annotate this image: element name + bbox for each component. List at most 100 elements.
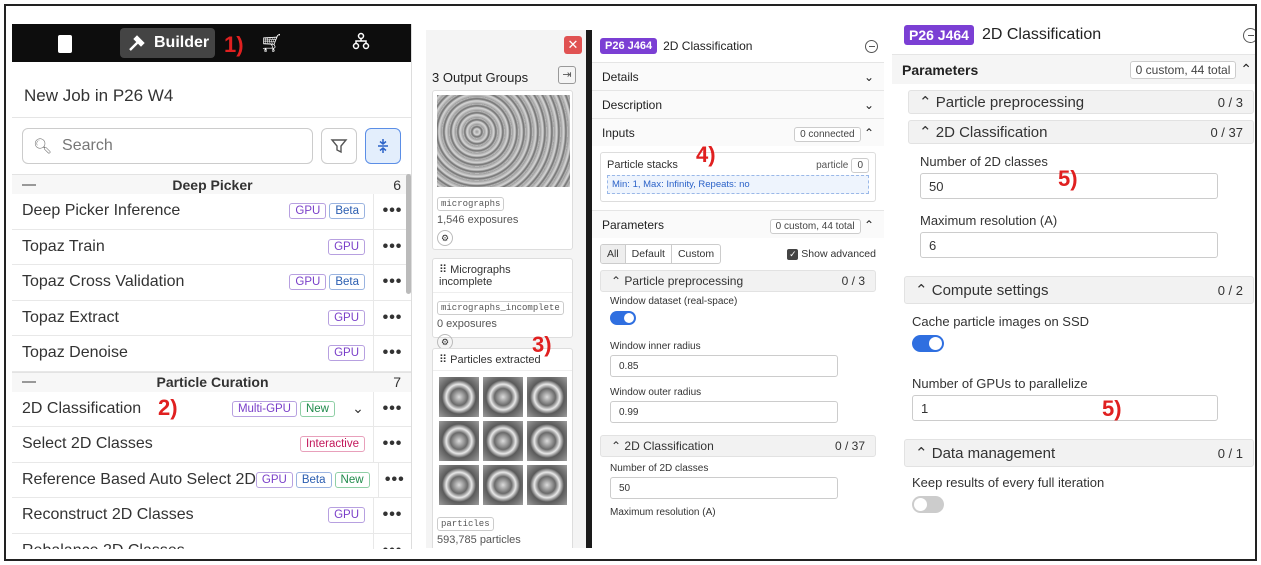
output-count: 0 exposures: [437, 318, 497, 330]
more-icon[interactable]: •••: [373, 300, 411, 335]
outputs-panel: ✕ 3 Output Groups ⇥ micrographs 1,546 ex…: [426, 30, 586, 548]
compute-settings-section[interactable]: ⌃ Compute settings 0 / 2: [904, 276, 1254, 304]
outer-radius-field[interactable]: 0.99: [610, 401, 838, 423]
micrograph-thumbnail: [437, 95, 570, 187]
more-icon[interactable]: •••: [373, 498, 411, 533]
annotation-5: 5): [1058, 166, 1078, 191]
more-icon[interactable]: •••: [373, 533, 411, 549]
collapse-icon[interactable]: [865, 40, 878, 53]
job-tag: GPU: [328, 238, 365, 255]
filter-button[interactable]: [321, 128, 357, 164]
job-name: Reference Based Auto Select 2D: [22, 470, 256, 488]
output-count: 1,546 exposures: [437, 214, 519, 226]
search-input[interactable]: 🔍︎ Search: [22, 128, 313, 164]
job-name: Topaz Extract: [22, 308, 119, 326]
scrollbar[interactable]: [406, 174, 411, 294]
tab-all[interactable]: All: [601, 245, 625, 263]
export-icon[interactable]: ⇥: [558, 66, 576, 84]
more-icon[interactable]: •••: [373, 336, 411, 371]
parameters-section[interactable]: Parameters 0 custom, 44 total ⌃: [892, 54, 1255, 84]
particle-preprocessing-section[interactable]: ⌃ Particle preprocessing 0 / 3: [908, 90, 1254, 114]
window-dataset-label: Window dataset (real-space): [610, 296, 738, 307]
job-tag: Interactive: [299, 436, 365, 453]
collapse-dash-icon: [22, 183, 36, 186]
more-icon[interactable]: •••: [373, 427, 411, 462]
job-builder-panel: Builder 🛒︎ 1) New Job in P26 W4 🔍︎ Searc…: [12, 24, 412, 549]
job-tag: Beta: [295, 471, 332, 488]
inputs-section[interactable]: Inputs 0 connected ⌃: [592, 118, 884, 146]
keep-results-toggle[interactable]: [912, 496, 944, 513]
2d-classification-section[interactable]: ⌃ 2D Classification 0 / 37: [600, 435, 876, 457]
tree-icon[interactable]: [352, 32, 370, 55]
annotation-1: 1): [224, 32, 244, 57]
job-row[interactable]: Select 2D Classes Interactive •••: [12, 427, 411, 463]
cache-ssd-label: Cache particle images on SSD: [912, 314, 1090, 329]
job-config-panel: P26 J464 2D Classification Details ⌄ Desc…: [592, 30, 884, 548]
max-resolution-field[interactable]: 6: [920, 232, 1218, 258]
job-row[interactable]: Deep Picker Inference GPU Beta •••: [12, 194, 411, 230]
parameters-section[interactable]: Parameters 0 custom, 44 total ⌃: [592, 210, 884, 238]
collapse-icon[interactable]: [1243, 28, 1255, 43]
output-card-micrographs-incomplete[interactable]: ⠿ Micrographs incomplete micrographs_inc…: [432, 258, 573, 350]
description-section[interactable]: Description ⌄: [592, 90, 884, 118]
collapse-button[interactable]: [365, 128, 401, 164]
job-row[interactable]: Topaz Train GPU •••: [12, 229, 411, 265]
num-gpus-label: Number of GPUs to parallelize: [912, 376, 1088, 391]
particle-stacks-slot[interactable]: Particle stacks particle 0 Min: 1, Max: …: [600, 152, 876, 202]
inner-radius-field[interactable]: 0.85: [610, 355, 838, 377]
details-section[interactable]: Details ⌄: [592, 62, 884, 90]
slot-requirements: Min: 1, Max: Infinity, Repeats: no: [607, 175, 869, 194]
job-row[interactable]: 2D Classification Multi-GPU New ⌄ •••: [12, 391, 411, 427]
job-row[interactable]: Topaz Denoise GPU •••: [12, 336, 411, 372]
job-tag: GPU: [328, 345, 365, 362]
close-icon[interactable]: ✕: [564, 36, 582, 54]
num-classes-field[interactable]: 50: [610, 477, 838, 499]
output-card-micrographs[interactable]: micrographs 1,546 exposures ⚙: [432, 90, 573, 250]
show-advanced-toggle[interactable]: ✓ Show advanced: [787, 248, 876, 260]
output-group-header: ⠿ Micrographs incomplete: [433, 259, 572, 293]
job-name: Select 2D Classes: [22, 435, 153, 453]
chevron-up-icon: ⌃: [1240, 61, 1252, 77]
output-card-particles[interactable]: ⠿ Particles extracted particles 593,785 …: [432, 348, 573, 548]
chevron-down-icon[interactable]: ⌄: [343, 400, 373, 417]
tab-default[interactable]: Default: [624, 245, 671, 263]
tab-custom[interactable]: Custom: [670, 245, 720, 263]
job-name: Deep Picker Inference: [22, 202, 181, 220]
job-row[interactable]: Topaz Cross Validation GPU Beta •••: [12, 265, 411, 301]
job-tag: GPU: [289, 274, 327, 291]
job-group-header[interactable]: Deep Picker 6: [12, 174, 411, 194]
settings-icon[interactable]: ⚙: [437, 230, 453, 246]
job-group-header[interactable]: Particle Curation 7: [12, 371, 411, 392]
2d-classification-section[interactable]: ⌃ 2D Classification 0 / 37: [908, 120, 1254, 144]
param-tabs-row: All Default Custom ✓ Show advanced: [600, 244, 876, 264]
cart-icon[interactable]: 🛒︎: [260, 33, 283, 54]
job-header: P26 J464 2D Classification: [892, 16, 1255, 54]
more-icon[interactable]: •••: [373, 391, 411, 426]
output-tag: micrographs: [437, 197, 505, 211]
collapse-icon: [378, 139, 388, 153]
chevron-up-icon: ⌃: [863, 217, 874, 232]
job-name: Topaz Cross Validation: [22, 273, 185, 291]
job-tag: Beta: [329, 203, 365, 220]
annotation-5: 5): [1102, 396, 1122, 421]
job-tag: New: [299, 400, 335, 417]
builder-tab[interactable]: Builder: [120, 28, 215, 58]
particle-preprocessing-section[interactable]: ⌃ Particle preprocessing 0 / 3: [600, 270, 876, 292]
num-classes-label: Number of 2D classes: [610, 463, 709, 474]
cache-ssd-toggle[interactable]: [912, 335, 944, 352]
chevron-down-icon: ⌄: [863, 69, 874, 84]
job-name: 2D Classification: [22, 399, 142, 417]
document-icon[interactable]: [58, 35, 72, 53]
job-row[interactable]: Rebalance 2D Classes •••: [12, 533, 411, 549]
window-dataset-toggle[interactable]: [610, 311, 636, 325]
chevron-down-icon: ⌄: [863, 97, 874, 112]
job-name: Topaz Denoise: [22, 344, 128, 362]
more-icon[interactable]: •••: [377, 462, 411, 497]
top-nav: Builder 🛒︎ 1): [12, 24, 411, 62]
num-gpus-field[interactable]: 1: [912, 395, 1218, 421]
data-management-section[interactable]: ⌃ Data management 0 / 1: [904, 439, 1254, 467]
job-row[interactable]: Topaz Extract GPU •••: [12, 300, 411, 336]
job-row[interactable]: Reconstruct 2D Classes GPU •••: [12, 498, 411, 534]
job-row[interactable]: Reference Based Auto Select 2D GPU Beta New…: [12, 462, 411, 498]
job-tag: GPU: [289, 203, 327, 220]
